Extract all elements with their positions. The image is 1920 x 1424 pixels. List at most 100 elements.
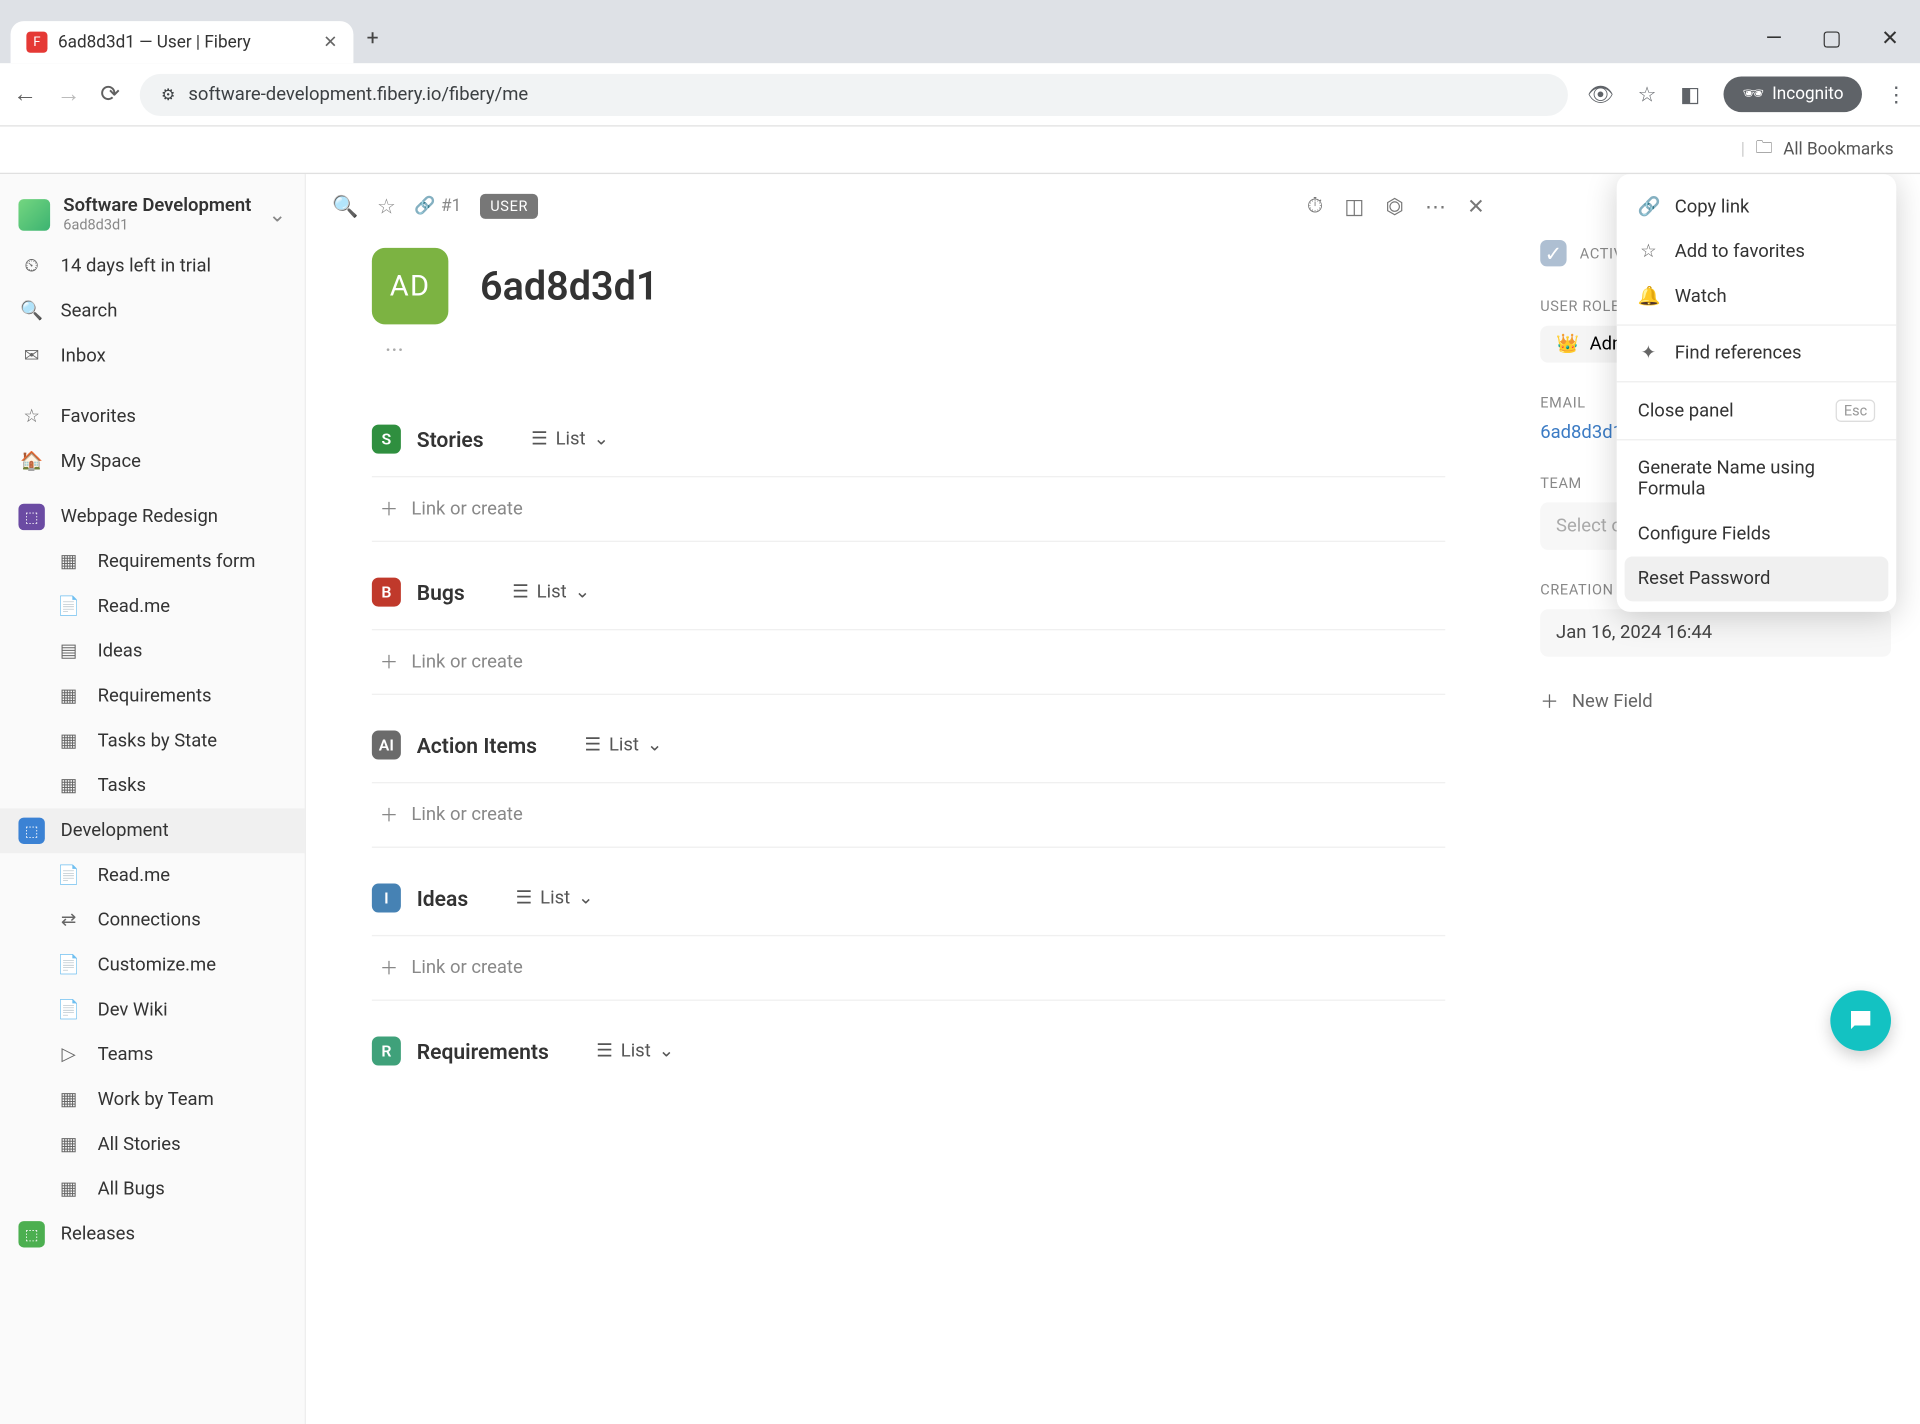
favorite-entity-icon[interactable]: ☆ — [377, 193, 396, 218]
menu-find-references[interactable]: ✦Find references — [1617, 331, 1897, 376]
list-icon: ☰ — [531, 429, 548, 450]
sidebar-space-item[interactable]: ▦All Stories — [0, 1122, 305, 1167]
description-placeholder[interactable]: ··· — [332, 338, 1485, 389]
workspace-subtitle: 6ad8d3d1 — [63, 216, 255, 233]
view-icon: 📄 — [55, 862, 81, 888]
sidebar-inbox[interactable]: ✉ Inbox — [0, 334, 305, 379]
close-tab-icon[interactable]: ✕ — [323, 32, 337, 52]
sidebar-space[interactable]: ⬚Releases — [0, 1212, 305, 1257]
sidebar-search[interactable]: 🔍 Search — [0, 289, 305, 334]
view-icon: ⇄ — [55, 907, 81, 933]
sidebar-space-item[interactable]: ⇄Connections — [0, 898, 305, 943]
menu-generate-name[interactable]: Generate Name using Formula — [1617, 446, 1897, 512]
menu-reset-password[interactable]: Reset Password — [1625, 556, 1889, 601]
sidebar-space-item[interactable]: 📄Customize.me — [0, 943, 305, 988]
plus-icon: ＋ — [380, 496, 398, 522]
section-badge: AI — [372, 731, 401, 760]
incognito-badge[interactable]: 🕶 Incognito — [1724, 76, 1862, 112]
view-icon: ▦ — [55, 728, 81, 754]
view-icon: ▦ — [55, 549, 81, 575]
side-panel-icon[interactable]: ◧ — [1680, 82, 1700, 107]
all-bookmarks-button[interactable]: All Bookmarks — [1783, 140, 1893, 160]
layout-icon[interactable]: ◫ — [1344, 193, 1364, 218]
view-icon: 📄 — [55, 593, 81, 619]
sidebar-space-item[interactable]: ▦Requirements — [0, 674, 305, 719]
sidebar-space-item[interactable]: ▦Tasks — [0, 764, 305, 809]
view-selector[interactable]: ☰ List ⌄ — [502, 882, 606, 914]
bell-icon: 🔔 — [1638, 286, 1659, 307]
incognito-icon: 🕶 — [1742, 84, 1764, 104]
properties-panel: ✓ ACTIVE? USER ROLE 👑 Admin EMAIL 6ad8d3… — [1511, 174, 1920, 1424]
sidebar-space-item[interactable]: ▦Requirements form — [0, 539, 305, 584]
view-selector[interactable]: ☰ List ⌄ — [571, 729, 675, 761]
menu-copy-link[interactable]: 🔗Copy link — [1617, 185, 1897, 230]
sidebar-space-item[interactable]: 📄Dev Wiki — [0, 988, 305, 1033]
minimize-icon[interactable]: — — [1766, 25, 1782, 50]
link-or-create[interactable]: ＋ Link or create — [372, 629, 1445, 695]
entity-reference[interactable]: 🔗 #1 — [414, 196, 461, 216]
sidebar-space-item[interactable]: ▤Ideas — [0, 629, 305, 674]
browser-menu-icon[interactable]: ⋮ — [1886, 82, 1907, 107]
link-or-create[interactable]: ＋ Link or create — [372, 476, 1445, 542]
bookmark-star-icon[interactable]: ☆ — [1638, 82, 1657, 107]
collection-section: R Requirements ☰ List ⌄ — [372, 1025, 1445, 1078]
menu-add-favorites[interactable]: ☆Add to favorites — [1617, 229, 1897, 274]
menu-close-panel[interactable]: Close panelEsc — [1617, 388, 1897, 434]
workspace-switcher[interactable]: Software Development 6ad8d3d1 ⌄ — [0, 185, 305, 244]
sidebar-space-item[interactable]: ▦All Bugs — [0, 1167, 305, 1212]
close-window-icon[interactable]: ✕ — [1881, 25, 1899, 50]
intercom-chat-button[interactable] — [1830, 990, 1891, 1051]
sidebar-space-item[interactable]: ▦Tasks by State — [0, 719, 305, 764]
entity-title[interactable]: 6ad8d3d1 — [480, 263, 658, 309]
close-panel-icon[interactable]: ✕ — [1467, 193, 1485, 218]
space-icon: ⬚ — [18, 1221, 44, 1247]
history-icon[interactable]: ⏱ — [1307, 193, 1323, 219]
menu-watch[interactable]: 🔔Watch — [1617, 274, 1897, 319]
list-icon: ☰ — [516, 887, 533, 908]
user-avatar: AD — [372, 248, 448, 324]
sidebar-space-item[interactable]: ▦Work by Team — [0, 1077, 305, 1122]
view-icon: ▦ — [55, 1176, 81, 1202]
view-icon: ▦ — [55, 1087, 81, 1113]
folder-icon: 🗀 — [1755, 135, 1772, 164]
forward-button[interactable]: → — [57, 80, 81, 108]
sidebar-space-item[interactable]: ▷Teams — [0, 1033, 305, 1078]
new-field-button[interactable]: ＋ New Field — [1540, 688, 1891, 714]
chevron-down-icon: ⌄ — [578, 887, 593, 908]
list-icon: ☰ — [584, 735, 601, 756]
view-icon: ▦ — [55, 773, 81, 799]
sidebar-myspace[interactable]: 🏠 My Space — [0, 439, 305, 484]
link-or-create[interactable]: ＋ Link or create — [372, 782, 1445, 848]
menu-configure-fields[interactable]: Configure Fields — [1617, 512, 1897, 557]
sidebar-space[interactable]: ⬚Development — [0, 808, 305, 853]
view-icon: ▦ — [55, 1131, 81, 1157]
sidebar-space-item[interactable]: 📄Read.me — [0, 853, 305, 898]
active-checkbox[interactable]: ✓ — [1540, 240, 1566, 266]
reload-button[interactable]: ⟳ — [100, 80, 120, 108]
trial-banner[interactable]: ⏲ 14 days left in trial — [0, 244, 305, 289]
address-bar[interactable]: ⚙ software-development.fibery.io/fibery/… — [140, 73, 1567, 115]
eye-off-icon[interactable]: 👁 — [1587, 82, 1614, 107]
section-title: Stories — [417, 427, 484, 452]
search-in-entity-icon[interactable]: 🔍 — [332, 193, 358, 218]
section-badge: R — [372, 1036, 401, 1065]
site-settings-icon[interactable]: ⚙ — [161, 85, 175, 103]
browser-tab[interactable]: F 6ad8d3d1 — User | Fibery ✕ — [11, 21, 354, 63]
section-title: Ideas — [417, 885, 468, 910]
site-favicon: F — [26, 32, 47, 53]
view-selector[interactable]: ☰ List ⌄ — [499, 576, 603, 608]
view-selector[interactable]: ☰ List ⌄ — [583, 1035, 687, 1067]
sidebar-favorites[interactable]: ☆ Favorites — [0, 394, 305, 439]
view-selector[interactable]: ☰ List ⌄ — [518, 423, 622, 455]
back-button[interactable]: ← — [13, 80, 37, 108]
toggle-icon[interactable]: ⏣ — [1385, 193, 1403, 218]
link-or-create[interactable]: ＋ Link or create — [372, 935, 1445, 1001]
home-icon: 🏠 — [18, 448, 44, 474]
sidebar-space[interactable]: ⬚Webpage Redesign — [0, 495, 305, 540]
section-badge: B — [372, 578, 401, 607]
sparkle-icon: ✦ — [1638, 343, 1659, 364]
more-actions-icon[interactable]: ⋯ — [1425, 193, 1446, 218]
sidebar-space-item[interactable]: 📄Read.me — [0, 584, 305, 629]
new-tab-button[interactable]: + — [353, 12, 391, 63]
maximize-icon[interactable]: ▢ — [1822, 25, 1842, 50]
